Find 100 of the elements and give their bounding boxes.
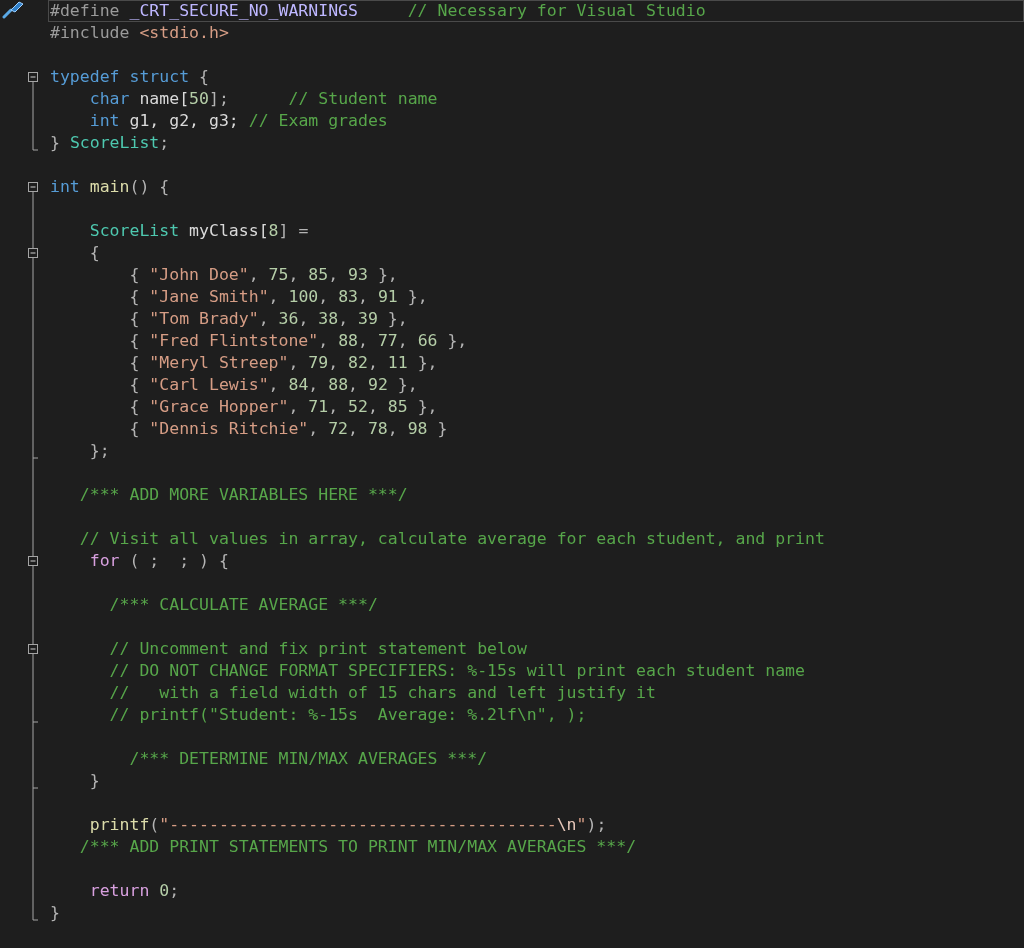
code-punctuation: ,: [298, 309, 309, 328]
control-keyword: return: [89, 881, 150, 900]
string-literal: "Carl Lewis": [149, 375, 269, 394]
number-literal: 71: [308, 397, 329, 416]
code-punctuation: ,: [358, 287, 368, 306]
code-punctuation: ;: [169, 881, 180, 900]
code-punctuation: ,: [308, 419, 319, 438]
code-identifier: name[: [139, 89, 190, 108]
number-literal: 77: [377, 331, 398, 350]
code-punctuation: },: [397, 375, 418, 394]
string-literal: "Meryl Streep": [149, 353, 289, 372]
code-punctuation: ( ; ; ) {: [129, 551, 229, 570]
number-literal: 36: [278, 309, 299, 328]
keyword: int: [50, 177, 80, 196]
string-literal: "Grace Hopper": [149, 397, 289, 416]
number-literal: 98: [407, 419, 428, 438]
code-punctuation: ,: [258, 309, 269, 328]
code-punctuation: ,: [268, 375, 279, 394]
code-punctuation: {: [129, 397, 140, 416]
number-literal: 66: [417, 331, 438, 350]
number-literal: 83: [338, 287, 358, 306]
code-punctuation: {: [89, 243, 100, 262]
type-name: ScoreList: [69, 133, 160, 152]
keyword: char: [89, 89, 130, 108]
code-comment: // with a field width of 15 chars and left justify it: [109, 683, 656, 702]
code-identifier: g1, g2, g3;: [129, 111, 239, 130]
code-comment: // Necessary for Visual Studio: [407, 1, 706, 20]
code-punctuation: },: [387, 309, 408, 328]
code-punctuation: ,: [268, 287, 279, 306]
number-literal: 93: [348, 265, 368, 284]
number-literal: 11: [387, 353, 408, 372]
code-punctuation: ;: [159, 133, 170, 152]
screwdriver-icon[interactable]: [2, 1, 24, 19]
code-punctuation: {: [129, 287, 140, 306]
code-punctuation: },: [417, 397, 438, 416]
code-punctuation: {: [129, 331, 140, 350]
number-literal: 8: [268, 221, 279, 240]
code-punctuation: ,: [318, 287, 329, 306]
code-punctuation: },: [447, 331, 468, 350]
code-punctuation: () {: [129, 177, 170, 196]
collapse-icon[interactable]: [28, 550, 39, 572]
string-literal: "Jane Smith": [149, 287, 269, 306]
code-punctuation: ];: [209, 89, 229, 108]
code-punctuation: }: [50, 133, 60, 152]
code-punctuation: (: [149, 815, 160, 834]
number-literal: 82: [348, 353, 368, 372]
code-punctuation: );: [586, 815, 607, 834]
code-punctuation: ] =: [278, 221, 309, 240]
code-comment: /*** DETERMINE MIN/MAX AVERAGES ***/: [129, 749, 488, 768]
code-punctuation: ,: [367, 353, 378, 372]
number-literal: 84: [288, 375, 309, 394]
code-punctuation: {: [199, 67, 209, 86]
code-punctuation: {: [129, 265, 140, 284]
code-punctuation: },: [417, 353, 438, 372]
code-punctuation: ,: [338, 309, 349, 328]
code-punctuation: ,: [358, 331, 368, 350]
number-literal: 78: [367, 419, 388, 438]
string-literal: ": [576, 815, 587, 834]
code-punctuation: ,: [348, 375, 358, 394]
number-literal: 72: [328, 419, 349, 438]
code-punctuation: {: [129, 353, 140, 372]
number-literal: 88: [328, 375, 349, 394]
collapse-icon[interactable]: [28, 638, 39, 660]
control-keyword: for: [89, 551, 120, 570]
number-literal: 92: [367, 375, 388, 394]
code-comment: // Uncomment and fix print statement below: [109, 639, 527, 658]
code-comment: // DO NOT CHANGE FORMAT SPECIFIERS: %-15s will print each student name: [109, 661, 805, 680]
code-comment: /*** ADD MORE VARIABLES HERE ***/: [79, 485, 408, 504]
function-name: main: [89, 177, 130, 196]
code-punctuation: ,: [318, 331, 329, 350]
code-punctuation: ,: [387, 419, 398, 438]
collapse-icon[interactable]: [28, 242, 39, 264]
code-punctuation: }: [50, 903, 60, 922]
number-literal: 52: [348, 397, 368, 416]
number-literal: 91: [377, 287, 398, 306]
code-punctuation: {: [129, 309, 140, 328]
code-punctuation: ,: [288, 265, 299, 284]
function-name: printf: [89, 815, 150, 834]
string-literal: "Fred Flintstone": [149, 331, 319, 350]
number-literal: 0: [159, 881, 170, 900]
string-literal: "Tom Brady": [149, 309, 259, 328]
string-literal: "John Doe": [149, 265, 249, 284]
number-literal: 38: [318, 309, 339, 328]
escape-sequence: \n: [556, 815, 577, 834]
code-punctuation: ,: [328, 353, 339, 372]
code-identifier: myClass[: [189, 221, 269, 240]
code-punctuation: ,: [288, 353, 299, 372]
code-punctuation: ,: [328, 265, 339, 284]
code-comment: // Exam grades: [248, 111, 388, 130]
number-literal: 79: [308, 353, 329, 372]
code-punctuation: ,: [348, 419, 358, 438]
number-literal: 88: [338, 331, 358, 350]
code-punctuation: ,: [397, 331, 408, 350]
type-name: ScoreList: [89, 221, 180, 240]
code-comment: /*** CALCULATE AVERAGE ***/: [109, 595, 378, 614]
number-literal: 85: [387, 397, 408, 416]
number-literal: 100: [288, 287, 319, 306]
preprocessor-directive: #include: [50, 23, 131, 42]
string-literal: <stdio.h>: [139, 23, 229, 42]
string-literal: "Dennis Ritchie": [149, 419, 309, 438]
